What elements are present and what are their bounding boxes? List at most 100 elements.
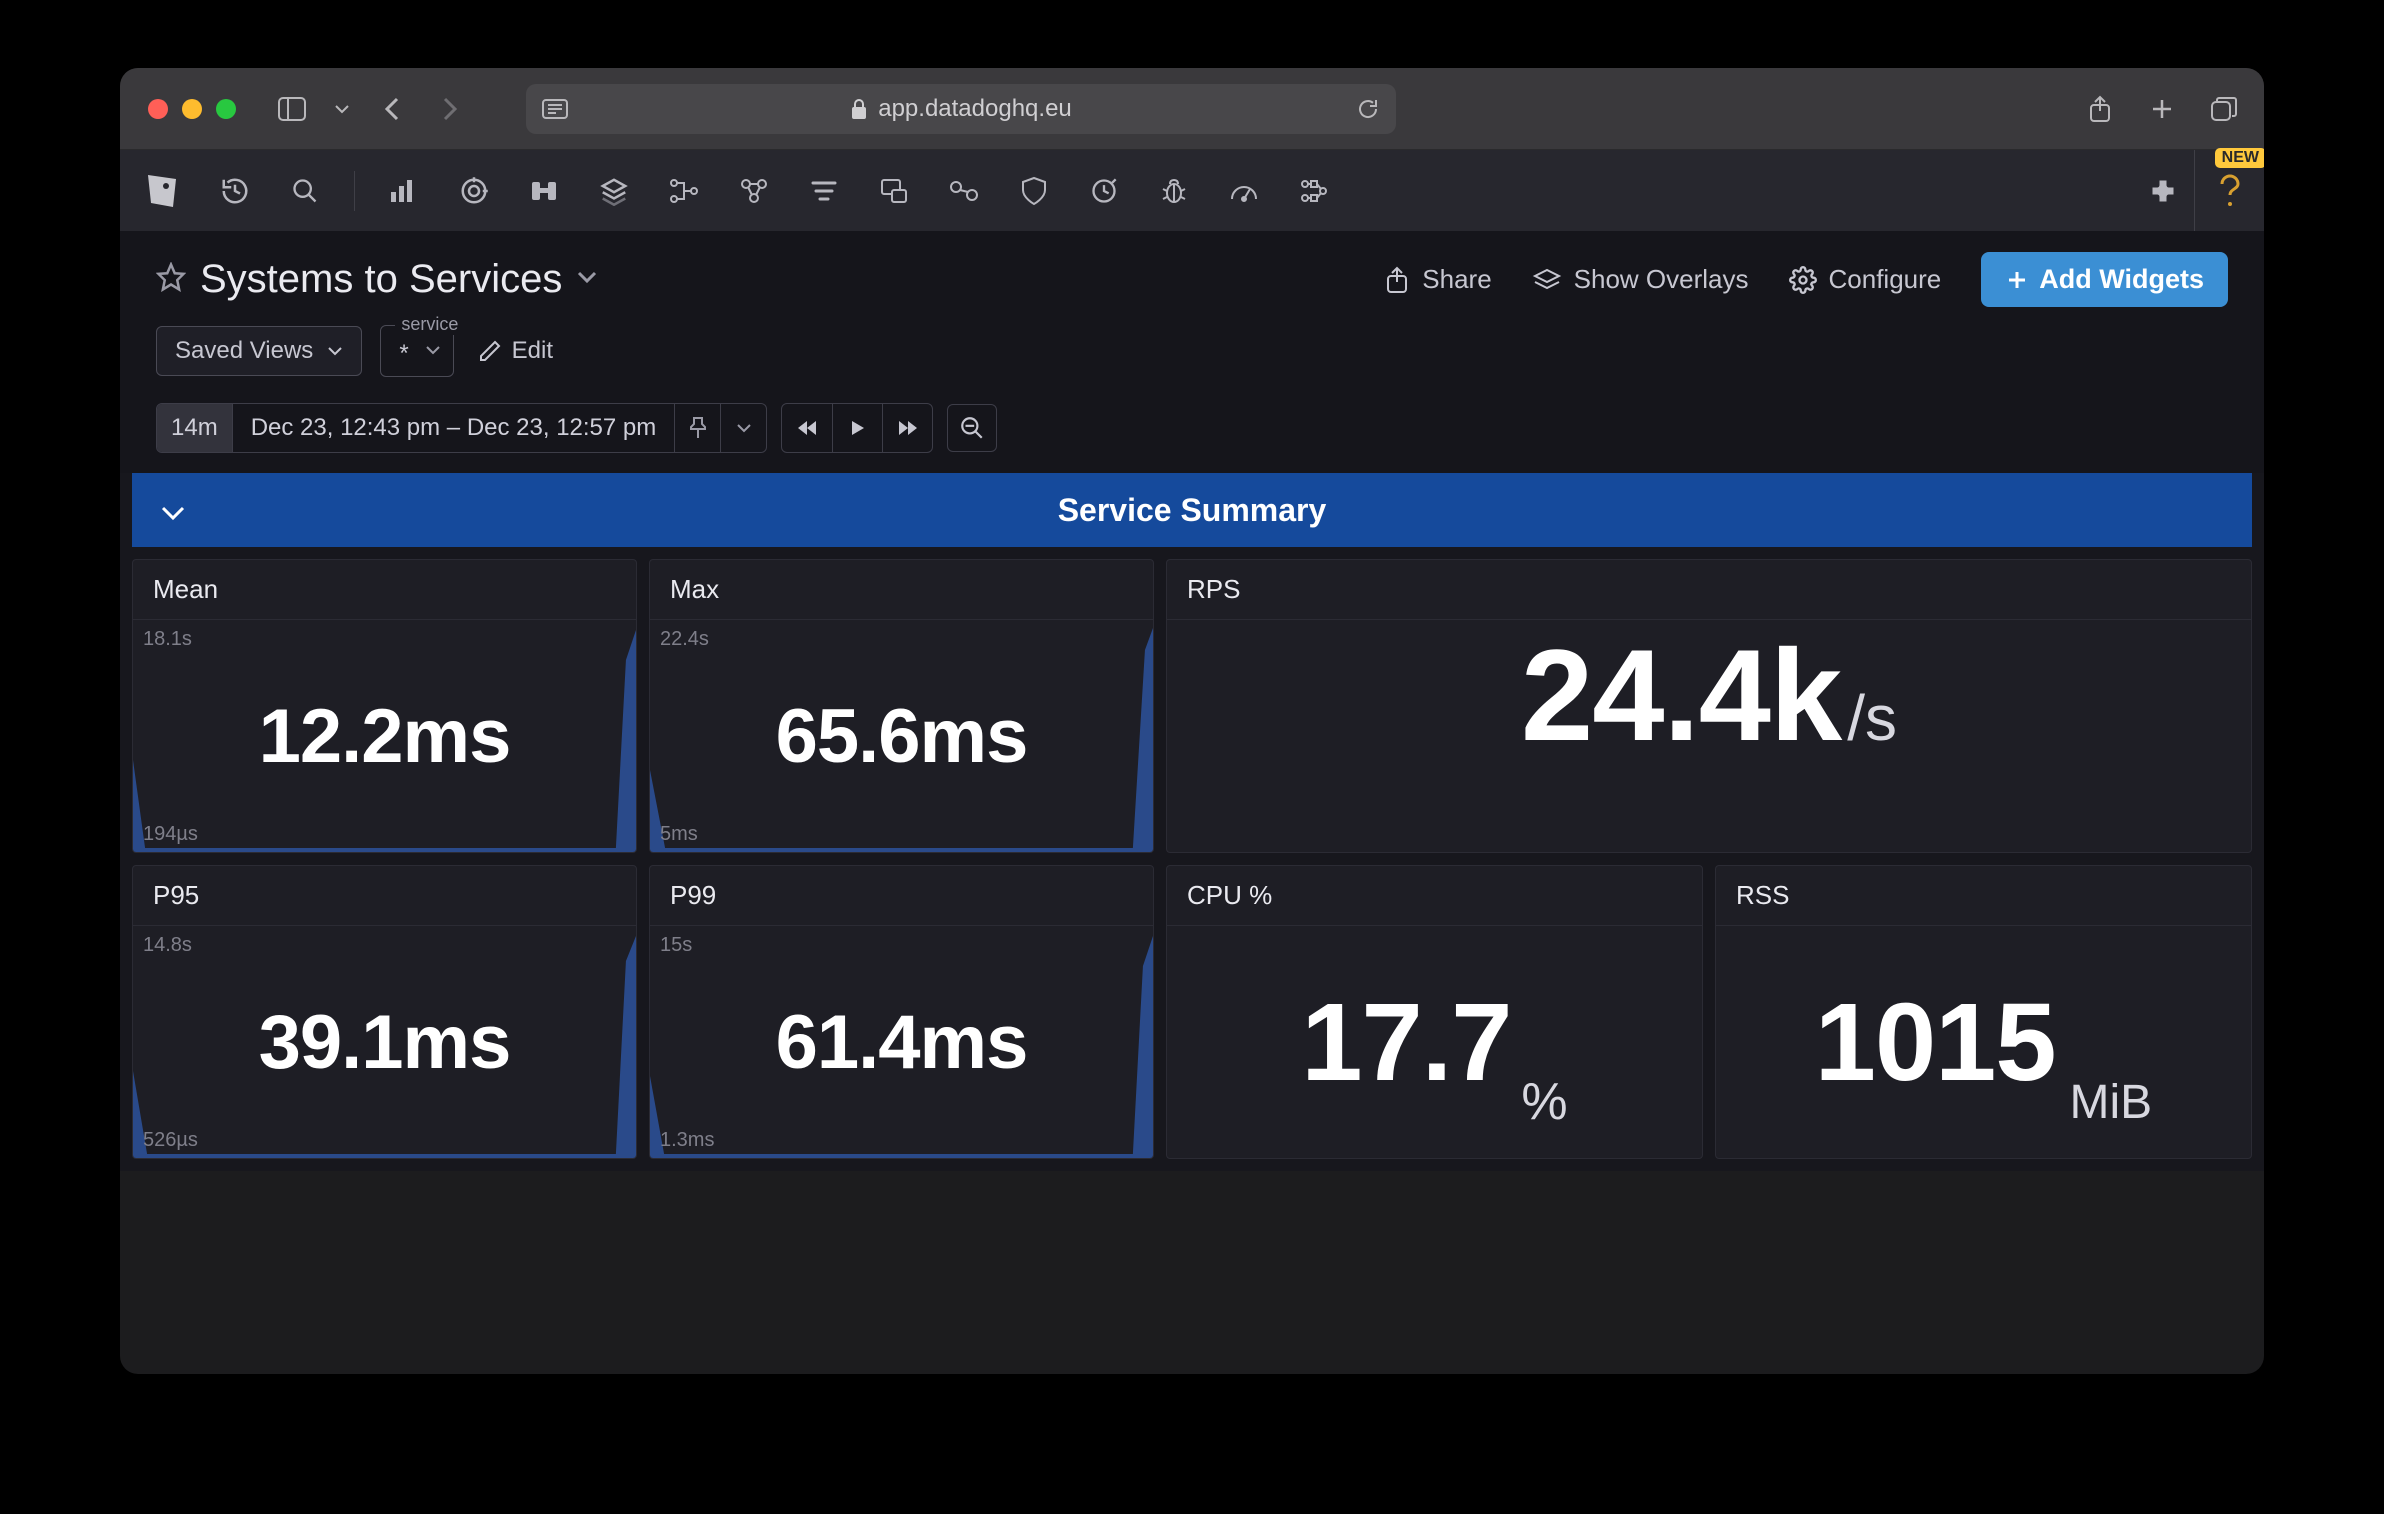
add-widgets-label: Add Widgets (2039, 264, 2204, 295)
tile-unit: MiB (2070, 1075, 2153, 1130)
nav-logs-icon[interactable] (803, 170, 845, 212)
saved-views-dropdown[interactable]: Saved Views (156, 326, 362, 376)
tile-unit: ms (920, 694, 1028, 779)
nav-history-icon[interactable] (214, 170, 256, 212)
time-dropdown-button[interactable] (720, 404, 766, 452)
tile-label: Mean (133, 560, 636, 620)
tile-unit: ms (920, 1000, 1028, 1085)
reload-button[interactable] (1356, 97, 1380, 121)
step-forward-button[interactable] (882, 404, 932, 452)
share-action[interactable]: Share (1384, 264, 1491, 295)
new-tab-button[interactable] (2140, 87, 2184, 131)
tile-label: Max (650, 560, 1153, 620)
nav-bug-icon[interactable] (1153, 170, 1195, 212)
share-button[interactable] (2078, 87, 2122, 131)
tile-value: 12.2 (259, 694, 403, 779)
tile-max[interactable]: Max 22.4s 5ms 65.6ms (649, 559, 1154, 853)
nav-pipelines-icon[interactable] (1293, 170, 1335, 212)
tile-p95[interactable]: P95 14.8s 526µs 39.1ms (132, 865, 637, 1159)
tile-value: 61.4 (776, 1000, 920, 1085)
title-dropdown-icon[interactable] (576, 270, 598, 289)
tile-value: 65.6 (776, 694, 920, 779)
nav-rum-icon[interactable] (873, 170, 915, 212)
datadog-logo[interactable] (138, 167, 186, 215)
address-bar[interactable]: app.datadoghq.eu (526, 84, 1396, 134)
configure-label: Configure (1829, 264, 1942, 295)
tile-cpu[interactable]: CPU % 17.7 % (1166, 865, 1703, 1159)
tab-overview-button[interactable] (2202, 87, 2246, 131)
tile-mean[interactable]: Mean 18.1s 194µs 12.2ms (132, 559, 637, 853)
pin-time-button[interactable] (674, 404, 720, 452)
reader-mode-icon[interactable] (542, 99, 568, 119)
nav-apm-icon[interactable] (663, 170, 705, 212)
overlays-label: Show Overlays (1574, 264, 1749, 295)
play-button[interactable] (832, 404, 882, 452)
summary-section: Service Summary Mean 18.1s 194µs 12.2ms (120, 473, 2264, 1171)
share-label: Share (1422, 264, 1491, 295)
tile-value: 24.4k (1521, 620, 1841, 770)
nav-network-icon[interactable] (733, 170, 775, 212)
tile-value: 39.1 (259, 1000, 403, 1085)
playback-controls (781, 403, 933, 453)
time-duration-badge: 14m (157, 404, 233, 452)
show-overlays-action[interactable]: Show Overlays (1532, 264, 1749, 295)
sidebar-toggle-button[interactable] (270, 87, 314, 131)
dashboard-header: Systems to Services Share Show Overlays (120, 232, 2264, 473)
edit-label: Edit (512, 337, 553, 365)
nav-binoculars-icon[interactable] (523, 170, 565, 212)
tile-unit: ms (403, 1000, 511, 1085)
tile-p99[interactable]: P99 15s 1.3ms 61.4ms (649, 865, 1154, 1159)
back-button[interactable] (370, 87, 414, 131)
url-text: app.datadoghq.eu (878, 95, 1072, 123)
add-widgets-button[interactable]: Add Widgets (1981, 252, 2228, 307)
new-badge: NEW (2215, 148, 2264, 168)
nav-watchdog-icon[interactable] (453, 170, 495, 212)
close-window-button[interactable] (148, 99, 168, 119)
saved-views-label: Saved Views (175, 337, 313, 365)
zoom-out-button[interactable] (947, 404, 997, 452)
nav-integrations-icon[interactable] (2142, 170, 2184, 212)
time-range-text: Dec 23, 12:43 pm – Dec 23, 12:57 pm (233, 404, 675, 452)
favorite-star-icon[interactable] (156, 262, 186, 297)
tile-unit: /s (1847, 681, 1897, 755)
collapse-chevron-icon (160, 492, 186, 529)
sidebar-dropdown-button[interactable] (328, 87, 356, 131)
chevron-down-icon (425, 342, 441, 360)
time-range-picker[interactable]: 14m Dec 23, 12:43 pm – Dec 23, 12:57 pm (156, 403, 767, 453)
tile-value: 17.7 (1301, 979, 1511, 1106)
fullscreen-window-button[interactable] (216, 99, 236, 119)
minimize-window-button[interactable] (182, 99, 202, 119)
nav-search-icon[interactable] (284, 170, 326, 212)
step-back-button[interactable] (782, 404, 832, 452)
nav-ci-icon[interactable] (1083, 170, 1125, 212)
tile-label: CPU % (1167, 866, 1702, 926)
tile-rps[interactable]: RPS 24.4k /s (1166, 559, 2252, 853)
nav-dashboards-icon[interactable] (383, 170, 425, 212)
browser-titlebar: app.datadoghq.eu (120, 68, 2264, 150)
service-filter-dropdown[interactable]: service * (380, 325, 453, 377)
summary-title: Service Summary (1058, 492, 1327, 529)
window-controls (148, 99, 236, 119)
service-filter-value: * (399, 340, 408, 367)
forward-button[interactable] (428, 87, 472, 131)
tile-value: 1015 (1815, 979, 2056, 1106)
edit-template-variables[interactable]: Edit (478, 337, 553, 365)
summary-header[interactable]: Service Summary (132, 473, 2252, 547)
tile-label: P99 (650, 866, 1153, 926)
nav-synthetics-icon[interactable] (943, 170, 985, 212)
app-navbar: NEW (120, 150, 2264, 232)
tile-unit: ms (403, 694, 511, 779)
help-button[interactable]: NEW (2194, 150, 2264, 231)
service-filter-legend: service (395, 314, 464, 335)
browser-window: app.datadoghq.eu (120, 68, 2264, 1374)
tile-rss[interactable]: RSS 1015 MiB (1715, 865, 2252, 1159)
configure-action[interactable]: Configure (1789, 264, 1942, 295)
tile-label: RSS (1716, 866, 2251, 926)
nav-separator (354, 171, 355, 211)
tile-label: P95 (133, 866, 636, 926)
nav-security-icon[interactable] (1013, 170, 1055, 212)
lock-icon (850, 98, 868, 120)
nav-infrastructure-icon[interactable] (593, 170, 635, 212)
nav-gauge-icon[interactable] (1223, 170, 1265, 212)
tile-label: RPS (1167, 560, 2251, 620)
